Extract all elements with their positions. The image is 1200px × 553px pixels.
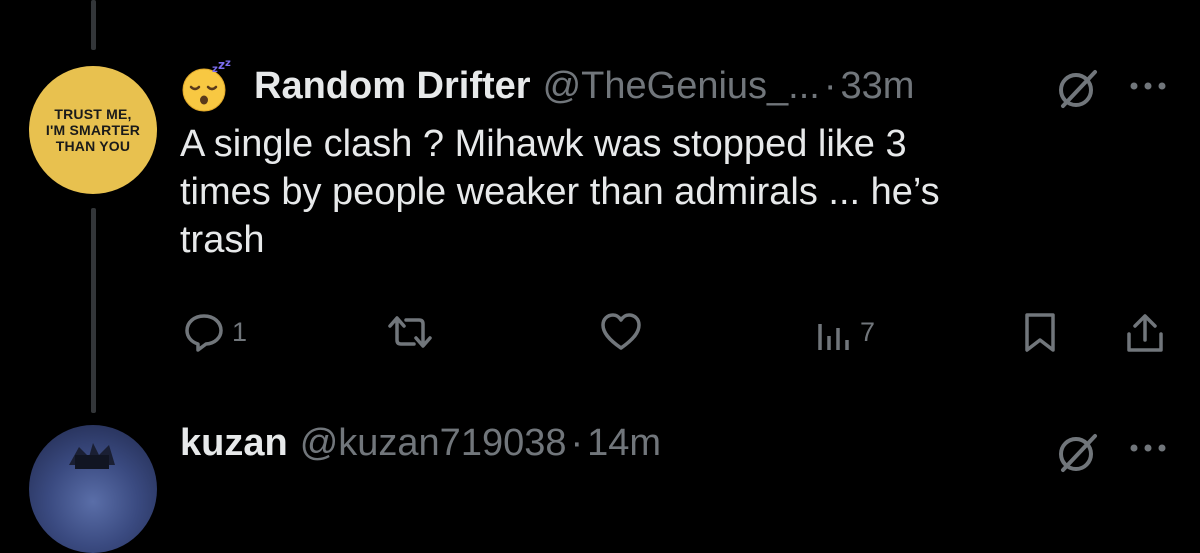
avatar[interactable]: [29, 425, 157, 553]
repost-button[interactable]: [384, 310, 442, 354]
tweet-text: A single clash ? Mihawk was stopped like…: [180, 120, 1080, 264]
avatar-text: TRUST ME, I'M SMARTER THAN YOU: [46, 106, 140, 154]
avatar-image: [69, 443, 115, 469]
separator-dot: ·: [570, 422, 584, 464]
timestamp[interactable]: 14m: [587, 422, 661, 465]
tweet-text-line: trash: [180, 219, 265, 261]
svg-text:z: z: [225, 60, 231, 69]
share-button[interactable]: [1122, 310, 1168, 356]
views-button[interactable]: 7: [814, 310, 875, 354]
avatar-text-line-2: I'M SMARTER: [45, 122, 141, 138]
thread-line-top: [91, 0, 96, 50]
tweet-text-line: A single clash ? Mihawk was stopped like…: [180, 123, 907, 165]
reply-count: 1: [232, 316, 248, 347]
avatar-text-line-3: THAN YOU: [55, 138, 131, 154]
like-button[interactable]: [598, 310, 650, 354]
tweet-header: kuzan @kuzan719038 · 14m: [180, 422, 661, 465]
thread-line-bottom: [91, 208, 96, 413]
grok-icon[interactable]: [1055, 430, 1101, 476]
more-icon[interactable]: [1128, 78, 1172, 94]
reply-icon: [182, 310, 226, 354]
bookmark-icon: [1020, 310, 1060, 354]
avatar[interactable]: TRUST ME, I'M SMARTER THAN YOU: [29, 66, 157, 194]
grok-icon[interactable]: [1055, 66, 1101, 112]
tweet-text-line: times by people weaker than admirals ...…: [180, 171, 940, 213]
like-icon: [598, 310, 644, 354]
reply-button[interactable]: 1: [182, 310, 247, 354]
tweet-header: z z z Random Drifter @TheGenius_... · 33…: [180, 58, 914, 114]
sleeping-face-emoji-icon: z z z: [180, 58, 232, 112]
views-icon: [814, 310, 854, 354]
more-icon[interactable]: [1128, 440, 1172, 456]
timestamp[interactable]: 33m: [841, 65, 915, 108]
user-handle[interactable]: @kuzan719038: [300, 422, 567, 465]
views-count: 7: [860, 316, 876, 347]
display-name[interactable]: Random Drifter: [254, 65, 531, 108]
separator-dot: ·: [823, 64, 837, 107]
repost-icon: [384, 310, 436, 354]
share-icon: [1122, 310, 1168, 356]
bookmark-button[interactable]: [1020, 310, 1060, 354]
user-handle[interactable]: @TheGenius_...: [543, 65, 820, 108]
svg-text:z: z: [218, 60, 225, 72]
display-name[interactable]: kuzan: [180, 422, 288, 465]
avatar-text-line-1: TRUST ME,: [54, 106, 132, 122]
